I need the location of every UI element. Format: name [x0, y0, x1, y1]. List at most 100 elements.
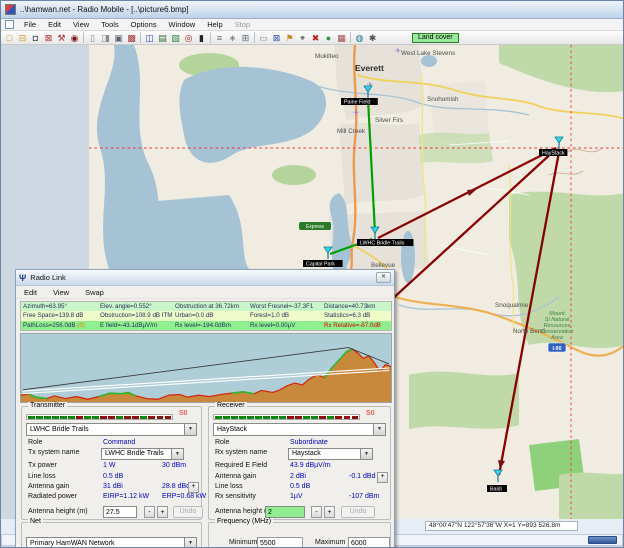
- save-picture-icon[interactable]: ▣: [112, 32, 125, 44]
- close-button[interactable]: ✕: [376, 272, 391, 283]
- marker-icon[interactable]: ▮: [195, 32, 208, 44]
- map-city-label: Everett: [355, 63, 384, 73]
- map-city-label: Silver Firs: [375, 117, 403, 124]
- selection-icon[interactable]: ▭: [257, 32, 270, 44]
- rx-antenna-height-input[interactable]: [265, 506, 305, 518]
- tx-system-select[interactable]: LWHC Bridle Trails▼: [101, 448, 184, 460]
- target-icon[interactable]: ◎: [182, 32, 195, 44]
- signal-dash: [60, 416, 67, 419]
- link-info-cell: Obstruction=108.9 dB ITM: [100, 311, 172, 320]
- dialog-menu-item-edit[interactable]: Edit: [24, 288, 37, 297]
- map-city-label: Mill Creek: [337, 128, 366, 135]
- signal-dash: [92, 416, 99, 419]
- mdi-document-icon[interactable]: [5, 20, 14, 29]
- signal-dash: [319, 416, 326, 419]
- signal-dash: [247, 416, 254, 419]
- frequency-min-input[interactable]: [257, 537, 303, 548]
- map-city-label: West Lake Stevens: [401, 50, 455, 57]
- grid-icon[interactable]: ⊞: [239, 32, 252, 44]
- chevron-down-icon: ▼: [373, 424, 385, 435]
- object-editor-icon[interactable]: ⚑: [283, 32, 296, 44]
- copy-icon[interactable]: ◫: [143, 32, 156, 44]
- rx-system-select[interactable]: Haystack▼: [288, 448, 373, 460]
- elevation-grid-icon[interactable]: ≡: [213, 32, 226, 44]
- scrollbar-thumb[interactable]: [588, 536, 617, 544]
- signal-dash: [108, 416, 115, 419]
- site-label-capitol-park[interactable]: Capitol Park: [306, 261, 335, 267]
- signal-dash: [327, 416, 334, 419]
- signal-dash: [52, 416, 59, 419]
- gear-icon[interactable]: ✱: [366, 32, 379, 44]
- tx-site-select[interactable]: LWHC Bridle Trails ▼: [26, 423, 197, 436]
- photo-icon[interactable]: ▧: [169, 32, 182, 44]
- dialog-menu-item-swap[interactable]: Swap: [85, 288, 104, 297]
- menu-item-edit[interactable]: Edit: [42, 19, 67, 30]
- site-label-haystack[interactable]: HayStack: [542, 150, 565, 156]
- net-select[interactable]: Primary HamWAN Network ▼: [26, 537, 197, 548]
- signal-dash: [148, 416, 155, 419]
- center-icon[interactable]: ⌖: [296, 32, 309, 44]
- signal-dash: [287, 416, 294, 419]
- menu-item-file[interactable]: File: [18, 19, 42, 30]
- param-label: Role: [215, 438, 229, 448]
- menu-item-options[interactable]: Options: [125, 19, 163, 30]
- menu-item-stop[interactable]: Stop: [229, 19, 256, 30]
- frequency-group-label: Frequency (MHz): [215, 518, 273, 525]
- menu-item-help[interactable]: Help: [201, 19, 228, 30]
- map-city-label: Snohomish: [427, 96, 459, 103]
- param-label: Tx power: [28, 461, 57, 471]
- toolbar-icons: □⊟◘⊠⚒◉▯◨▣▩◫▤▧◎▮≡∗⊞▭⊠⚑⌖✖●▦◍✱: [3, 32, 379, 44]
- link-info-cell: Forest=1.0 dB: [250, 311, 289, 320]
- combine-icon[interactable]: ⊠: [270, 32, 283, 44]
- dialog-menu-item-view[interactable]: View: [53, 288, 69, 297]
- rx-height-up-button[interactable]: +: [324, 506, 335, 518]
- menu-item-window[interactable]: Window: [163, 19, 202, 30]
- close-icon: ✕: [381, 274, 386, 280]
- merge-pictures-icon[interactable]: ▤: [156, 32, 169, 44]
- overlay-icon[interactable]: ▦: [335, 32, 348, 44]
- site-label-paine-field[interactable]: Paine Field: [344, 99, 371, 105]
- land-cover-button[interactable]: Land cover: [412, 33, 459, 43]
- pattern-icon[interactable]: ∗: [226, 32, 239, 44]
- tx-undo-button[interactable]: Undo: [173, 506, 203, 518]
- tx-antenna-height-row: Antenna height (m) - + Undo: [26, 506, 197, 519]
- map-properties-icon[interactable]: ⊠: [42, 32, 55, 44]
- world-icon[interactable]: ◉: [68, 32, 81, 44]
- map-city-label: Mukilteo: [315, 53, 339, 60]
- tx-height-up-button[interactable]: +: [157, 506, 168, 518]
- signal-dash: [303, 416, 310, 419]
- tools-icon[interactable]: ⚒: [55, 32, 68, 44]
- export-picture-icon[interactable]: ▩: [125, 32, 138, 44]
- tx-height-down-button[interactable]: -: [144, 506, 155, 518]
- open-picture-icon[interactable]: ◨: [99, 32, 112, 44]
- rx-undo-button[interactable]: Undo: [341, 506, 375, 518]
- signal-dash: [157, 416, 164, 419]
- param-value: 31 dBi: [103, 482, 123, 492]
- signal-dash: [263, 416, 270, 419]
- save-file-icon[interactable]: ◘: [29, 32, 42, 44]
- tx-row-tx-system-name: Tx system name LWHC Bridle Trails▼: [26, 448, 197, 461]
- signal-dash: [215, 416, 222, 419]
- site-label-baldi[interactable]: Baldi: [490, 486, 502, 492]
- rx-site-select[interactable]: HayStack ▼: [213, 423, 386, 436]
- world-map-icon[interactable]: ●: [322, 32, 335, 44]
- menu-item-view[interactable]: View: [67, 19, 95, 30]
- menu-item-tools[interactable]: Tools: [95, 19, 125, 30]
- delete-icon[interactable]: ✖: [309, 32, 322, 44]
- site-label-lwhc-bridle-trails[interactable]: LWHC Bridle Trails: [360, 240, 405, 246]
- new-file-icon[interactable]: □: [3, 32, 16, 44]
- dialog-menu: Edit View Swap: [16, 286, 394, 299]
- system-value: LWHC Bridle Trails: [105, 450, 164, 457]
- param-label: Tx system name: [28, 448, 79, 458]
- rx-height-down-button[interactable]: -: [311, 506, 322, 518]
- globe-icon[interactable]: ◍: [353, 32, 366, 44]
- open-file-icon[interactable]: ⊟: [16, 32, 29, 44]
- signal-dash: [271, 416, 278, 419]
- tx-row-tx-power: Tx power1 W30 dBm: [26, 461, 197, 471]
- tx-antenna-height-input[interactable]: [103, 506, 137, 518]
- frequency-max-input[interactable]: [348, 537, 390, 548]
- new-picture-icon[interactable]: ▯: [86, 32, 99, 44]
- map-city-label: Bellevue: [371, 262, 396, 269]
- net-value: Primary HamWAN Network: [30, 540, 115, 547]
- signal-dash: [132, 416, 139, 419]
